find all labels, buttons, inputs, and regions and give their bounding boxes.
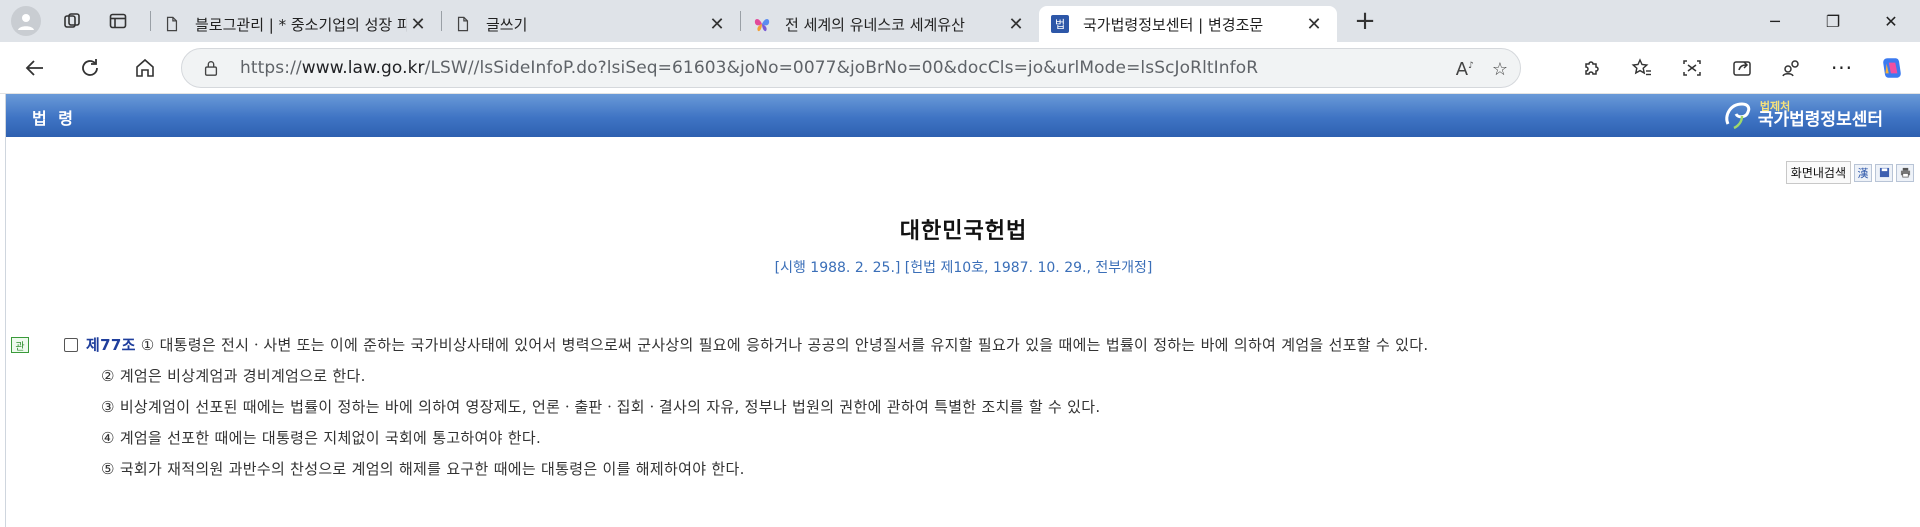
tab-unesco[interactable]: 전 세계의 유네스코 세계유산 ✕ bbox=[741, 6, 1039, 42]
copilot-sidebar-button[interactable] bbox=[1774, 52, 1810, 84]
tab-title: 국가법령정보센터 | 변경조문 bbox=[1083, 15, 1264, 34]
tab-title: 글쓰기 bbox=[486, 15, 528, 34]
address-bar-actions: A♪ ☆ bbox=[1456, 49, 1508, 89]
logo-swirl-icon bbox=[1725, 102, 1751, 130]
more-options-button[interactable]: ··· bbox=[1824, 52, 1860, 84]
article-number[interactable]: 제77조 bbox=[86, 336, 136, 354]
share-icon bbox=[1733, 61, 1751, 76]
hanja-toggle-icon[interactable]: 漢 bbox=[1854, 163, 1872, 182]
article-paragraph-4: ④ 계엄을 선포한 때에는 대통령은 지체없이 국회에 통고하여야 한다. bbox=[101, 429, 542, 447]
copilot-icon bbox=[1883, 58, 1901, 78]
page-tools: 화면내검색 漢 bbox=[1785, 161, 1914, 184]
butterfly-icon bbox=[753, 15, 771, 33]
tab-close-icon[interactable]: ✕ bbox=[706, 13, 728, 35]
window-controls: ─ ❐ ✕ bbox=[1746, 0, 1920, 42]
article-paragraph-2: ② 계엄은 비상계엄과 경비계엄으로 한다. bbox=[101, 367, 366, 385]
avatar bbox=[11, 6, 41, 36]
workspaces-button[interactable] bbox=[54, 5, 90, 37]
document-icon bbox=[163, 15, 181, 33]
favorite-star-icon[interactable]: ☆ bbox=[1492, 59, 1508, 80]
url-host: www.law.go.kr bbox=[301, 58, 425, 78]
address-bar[interactable]: https://www.law.go.kr/LSW//lsSideInfoP.d… bbox=[181, 48, 1521, 88]
law-favicon: 법 bbox=[1051, 15, 1069, 33]
favorites-icon bbox=[1631, 58, 1651, 76]
copilot-button[interactable] bbox=[1874, 52, 1910, 84]
minimize-icon: ─ bbox=[1770, 11, 1780, 31]
back-button[interactable] bbox=[15, 48, 55, 88]
workspaces-icon bbox=[64, 13, 80, 28]
plus-icon: + bbox=[1354, 6, 1376, 36]
tab-actions-icon bbox=[109, 13, 127, 29]
toolbar-right: ··· bbox=[1574, 42, 1910, 94]
profile-button[interactable] bbox=[8, 5, 44, 37]
logo-big-text: 국가법령정보센터 bbox=[1757, 110, 1883, 130]
browser-toolbar: https://www.law.go.kr/LSW//lsSideInfoP.d… bbox=[0, 42, 1920, 94]
ellipsis-icon: ··· bbox=[1830, 56, 1854, 80]
document-icon bbox=[454, 15, 472, 33]
url-path: /LSW//lsSideInfoP.do?lsiSeq=61603&joNo=0… bbox=[424, 58, 1259, 78]
home-button[interactable] bbox=[125, 48, 165, 88]
logo-text: 법제처 국가법령정보센터 bbox=[1758, 101, 1883, 129]
law-subtitle: [시행 1988. 2. 25.] [헌법 제10호, 1987. 10. 29… bbox=[774, 260, 1153, 276]
minimize-button[interactable]: ─ bbox=[1746, 0, 1804, 42]
tab-title: 블로그관리 | * 중소기업의 성장 파 bbox=[195, 15, 407, 34]
refresh-button[interactable] bbox=[70, 48, 110, 88]
puzzle-icon bbox=[1585, 61, 1599, 75]
lock-icon[interactable] bbox=[202, 58, 222, 78]
extensions-button[interactable] bbox=[1574, 52, 1610, 84]
tab-title: 전 세계의 유네스코 세계유산 bbox=[785, 15, 965, 34]
favorites-button[interactable] bbox=[1624, 52, 1660, 84]
law-center-logo[interactable]: 법제처 국가법령정보센터 bbox=[1722, 98, 1883, 132]
tabstrip-lead bbox=[0, 0, 136, 42]
article-checkbox[interactable] bbox=[64, 338, 78, 352]
close-icon: ✕ bbox=[1884, 11, 1898, 31]
refresh-icon bbox=[82, 58, 98, 76]
print-icon[interactable] bbox=[1896, 163, 1914, 182]
tab-close-icon[interactable]: ✕ bbox=[407, 13, 429, 35]
law-title: 대한민국헌법 bbox=[899, 219, 1028, 244]
screenshot-icon bbox=[1683, 60, 1701, 76]
new-tab-button[interactable]: + bbox=[1347, 3, 1383, 39]
article-paragraph-5: ⑤ 국회가 재적의원 과반수의 찬성으로 계엄의 해제를 요구한 때에는 대통령… bbox=[101, 460, 745, 478]
tab-close-icon[interactable]: ✕ bbox=[1303, 13, 1325, 35]
read-aloud-icon[interactable]: A♪ bbox=[1456, 59, 1474, 80]
url-scheme: https:// bbox=[240, 58, 302, 78]
people-icon bbox=[1782, 60, 1799, 77]
screenshot-button[interactable] bbox=[1674, 52, 1710, 84]
tab-strip: 블로그관리 | * 중소기업의 성장 파 ✕ 글쓰기 ✕ 전 세계의 유네스코 … bbox=[0, 0, 1920, 42]
article-paragraph-1: 제77조 ① 대통령은 전시ㆍ사변 또는 이에 준하는 국가비상사태에 있어서 … bbox=[86, 334, 1428, 355]
law-page: 법 령 법제처 국가법령정보센터 화면내검색 漢 대한민국헌법 [시행 1988… bbox=[5, 94, 1920, 527]
save-icon[interactable] bbox=[1875, 163, 1893, 182]
back-arrow-icon bbox=[25, 59, 43, 76]
profile-icon bbox=[18, 14, 34, 30]
article-paragraph-3: ③ 비상계엄이 선포된 때에는 법률이 정하는 바에 의하여 영장제도, 언론ㆍ… bbox=[101, 398, 1101, 416]
related-law-badge[interactable]: 관 bbox=[11, 337, 29, 353]
tab-blog-admin[interactable]: 블로그관리 | * 중소기업의 성장 파 ✕ bbox=[151, 6, 441, 42]
tab-write[interactable]: 글쓰기 ✕ bbox=[442, 6, 740, 42]
close-window-button[interactable]: ✕ bbox=[1862, 0, 1920, 42]
share-button[interactable] bbox=[1724, 52, 1760, 84]
paragraph-text: ① 대통령은 전시ㆍ사변 또는 이에 준하는 국가비상사태에 있어서 병력으로써… bbox=[140, 336, 1429, 354]
restore-icon: ❐ bbox=[1825, 11, 1841, 31]
vertical-tabs-button[interactable] bbox=[100, 5, 136, 37]
header-label: 법 령 bbox=[32, 109, 77, 128]
home-icon bbox=[136, 58, 154, 77]
in-page-search-button[interactable]: 화면내검색 bbox=[1785, 161, 1851, 184]
restore-button[interactable]: ❐ bbox=[1804, 0, 1862, 42]
url-text[interactable]: https://www.law.go.kr/LSW//lsSideInfoP.d… bbox=[240, 58, 1258, 78]
tab-law-center[interactable]: 법 국가법령정보센터 | 변경조문 ✕ bbox=[1039, 6, 1337, 42]
law-header-bar: 법 령 법제처 국가법령정보센터 bbox=[6, 94, 1920, 137]
tab-close-icon[interactable]: ✕ bbox=[1005, 13, 1027, 35]
